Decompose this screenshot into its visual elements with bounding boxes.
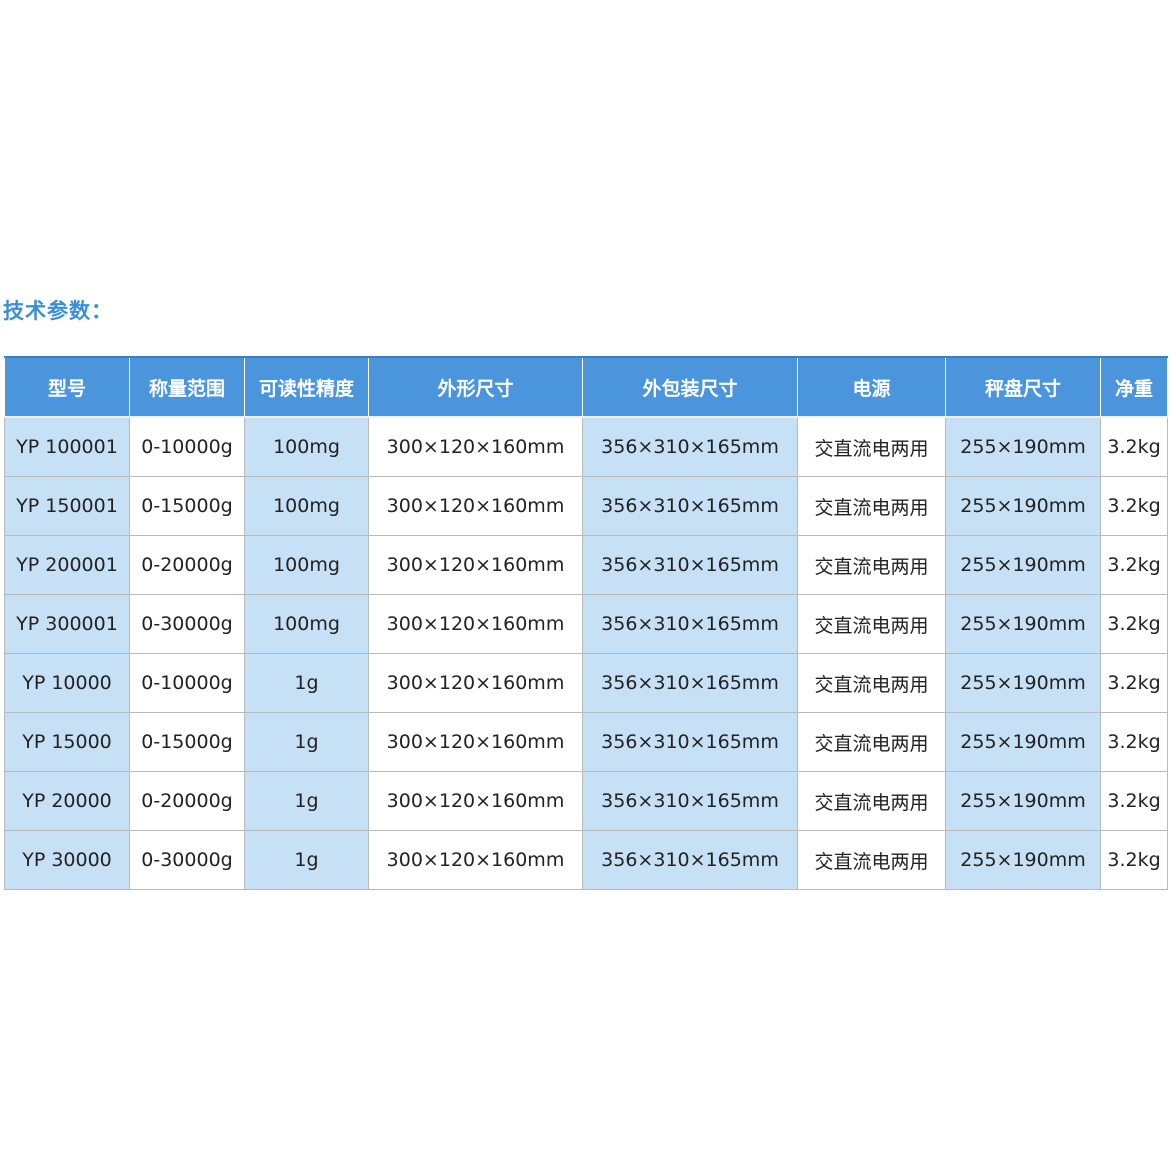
cell-weighing-range: 0-15000g	[129, 476, 245, 536]
cell-dimensions: 300×120×160mm	[368, 416, 583, 477]
cell-net-weight: 3.2kg	[1100, 712, 1168, 772]
cell-dimensions: 300×120×160mm	[368, 594, 583, 654]
section-title: 技术参数：	[3, 299, 113, 323]
cell-power: 交直流电两用	[797, 771, 946, 831]
cell-model: YP 20000	[4, 771, 130, 831]
cell-power: 交直流电两用	[797, 653, 946, 713]
column-header-readability: 可读性精度	[244, 356, 369, 418]
cell-net-weight: 3.2kg	[1100, 416, 1168, 477]
cell-net-weight: 3.2kg	[1100, 771, 1168, 831]
cell-pan-size: 255×190mm	[945, 771, 1101, 831]
table-row: YP 15000 0-15000g 1g 300×120×160mm 356×310×1…	[4, 712, 1168, 772]
table-row: YP 300001 0-30000g 100mg 300×120×160mm 356×3…	[4, 594, 1168, 654]
cell-dimensions: 300×120×160mm	[368, 653, 583, 713]
table-row: YP 150001 0-15000g 100mg 300×120×160mm 356×3…	[4, 476, 1168, 536]
cell-power: 交直流电两用	[797, 416, 946, 477]
table-row: YP 20000 0-20000g 1g 300×120×160mm 356×310×1…	[4, 771, 1168, 831]
cell-model: YP 150001	[4, 476, 130, 536]
cell-package-dimensions: 356×310×165mm	[582, 476, 798, 536]
cell-model: YP 15000	[4, 712, 130, 772]
cell-weighing-range: 0-10000g	[129, 653, 245, 713]
cell-dimensions: 300×120×160mm	[368, 830, 583, 890]
cell-net-weight: 3.2kg	[1100, 476, 1168, 536]
cell-power: 交直流电两用	[797, 712, 946, 772]
table-row: YP 100001 0-10000g 100mg 300×120×160mm 356×3…	[4, 416, 1168, 477]
cell-power: 交直流电两用	[797, 535, 946, 595]
table-row: YP 10000 0-10000g 1g 300×120×160mm 356×310×1…	[4, 653, 1168, 713]
cell-model: YP 200001	[4, 535, 130, 595]
column-header-model: 型号	[4, 356, 130, 418]
cell-weighing-range: 0-15000g	[129, 712, 245, 772]
cell-power: 交直流电两用	[797, 476, 946, 536]
cell-pan-size: 255×190mm	[945, 416, 1101, 477]
cell-package-dimensions: 356×310×165mm	[582, 594, 798, 654]
cell-net-weight: 3.2kg	[1100, 653, 1168, 713]
cell-pan-size: 255×190mm	[945, 476, 1101, 536]
cell-readability: 100mg	[244, 594, 369, 654]
cell-weighing-range: 0-20000g	[129, 771, 245, 831]
cell-weighing-range: 0-30000g	[129, 830, 245, 890]
cell-package-dimensions: 356×310×165mm	[582, 653, 798, 713]
cell-readability: 1g	[244, 653, 369, 713]
cell-weighing-range: 0-20000g	[129, 535, 245, 595]
cell-dimensions: 300×120×160mm	[368, 535, 583, 595]
cell-readability: 1g	[244, 830, 369, 890]
cell-pan-size: 255×190mm	[945, 653, 1101, 713]
cell-model: YP 30000	[4, 830, 130, 890]
cell-model: YP 10000	[4, 653, 130, 713]
cell-net-weight: 3.2kg	[1100, 594, 1168, 654]
cell-power: 交直流电两用	[797, 594, 946, 654]
cell-package-dimensions: 356×310×165mm	[582, 771, 798, 831]
spec-table: 型号 称量范围 可读性精度 外形尺寸 外包装尺寸 电源 秤盘尺寸 净重 YP 100001 0-…	[4, 356, 1168, 890]
cell-model: YP 300001	[4, 594, 130, 654]
column-header-power: 电源	[797, 356, 946, 418]
cell-model: YP 100001	[4, 416, 130, 477]
table-row: YP 200001 0-20000g 100mg 300×120×160mm 356×3…	[4, 535, 1168, 595]
column-header-pan-size: 秤盘尺寸	[945, 356, 1101, 418]
column-header-dimensions: 外形尺寸	[368, 356, 583, 418]
cell-readability: 100mg	[244, 476, 369, 536]
cell-package-dimensions: 356×310×165mm	[582, 535, 798, 595]
table-body: YP 100001 0-10000g 100mg 300×120×160mm 356×3…	[4, 416, 1168, 890]
table-header: 型号 称量范围 可读性精度 外形尺寸 外包装尺寸 电源 秤盘尺寸 净重	[4, 356, 1168, 418]
cell-power: 交直流电两用	[797, 830, 946, 890]
cell-readability: 1g	[244, 712, 369, 772]
cell-weighing-range: 0-30000g	[129, 594, 245, 654]
cell-net-weight: 3.2kg	[1100, 830, 1168, 890]
column-header-weighing-range: 称量范围	[129, 356, 245, 418]
cell-net-weight: 3.2kg	[1100, 535, 1168, 595]
cell-pan-size: 255×190mm	[945, 712, 1101, 772]
cell-package-dimensions: 356×310×165mm	[582, 830, 798, 890]
table-row: YP 30000 0-30000g 1g 300×120×160mm 356×310×1…	[4, 830, 1168, 890]
cell-readability: 1g	[244, 771, 369, 831]
cell-pan-size: 255×190mm	[945, 594, 1101, 654]
cell-package-dimensions: 356×310×165mm	[582, 416, 798, 477]
cell-package-dimensions: 356×310×165mm	[582, 712, 798, 772]
column-header-package-dimensions: 外包装尺寸	[582, 356, 798, 418]
header-row: 型号 称量范围 可读性精度 外形尺寸 外包装尺寸 电源 秤盘尺寸 净重	[4, 356, 1168, 418]
cell-dimensions: 300×120×160mm	[368, 476, 583, 536]
cell-dimensions: 300×120×160mm	[368, 712, 583, 772]
cell-readability: 100mg	[244, 535, 369, 595]
cell-pan-size: 255×190mm	[945, 830, 1101, 890]
cell-readability: 100mg	[244, 416, 369, 477]
cell-dimensions: 300×120×160mm	[368, 771, 583, 831]
cell-weighing-range: 0-10000g	[129, 416, 245, 477]
cell-pan-size: 255×190mm	[945, 535, 1101, 595]
column-header-net-weight: 净重	[1100, 356, 1168, 418]
